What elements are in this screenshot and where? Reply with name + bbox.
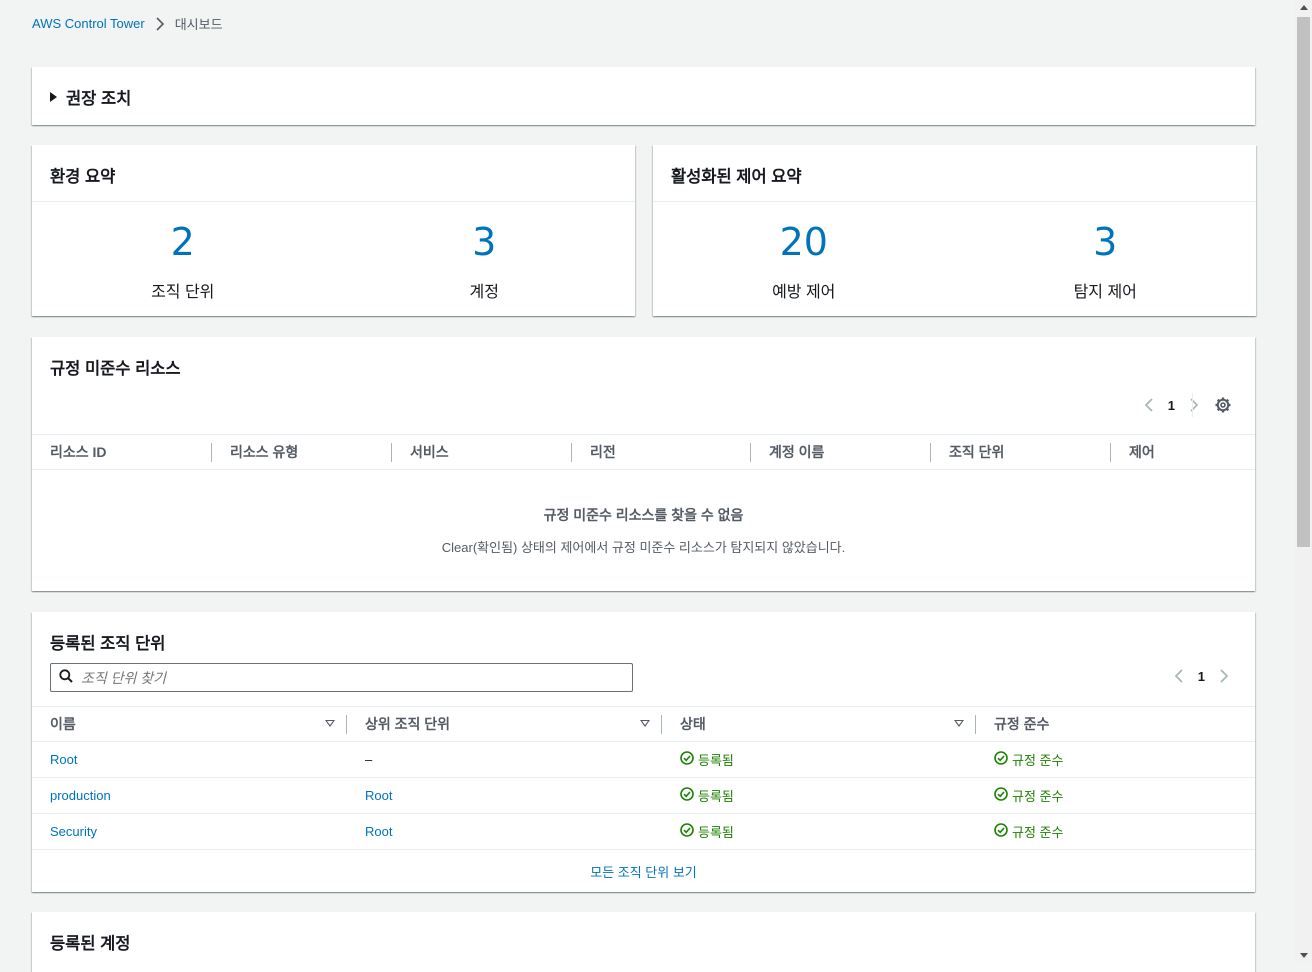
empty-state: 규정 미준수 리소스를 찾을 수 없음 Clear(확인됨) 상태의 제어에서 …	[32, 505, 1255, 556]
col-compliance[interactable]: 규정 준수	[976, 707, 1255, 741]
parent-ou-text: –	[365, 752, 373, 767]
status-text: 등록됨	[698, 789, 734, 804]
noncompliant-resources-panel: 규정 미준수 리소스 1 리소스 ID 리소스 유형 서비스 리전 계정 이름 …	[32, 337, 1255, 591]
search-icon	[59, 669, 73, 686]
col-account-name[interactable]: 계정 이름	[751, 435, 931, 469]
recommended-actions-title: 권장 조치	[66, 90, 132, 108]
registered-ou-title: 등록된 조직 단위	[50, 635, 166, 653]
ou-count-stat: 2 조직 단위	[32, 202, 334, 315]
view-all-ou-link[interactable]: 모든 조직 단위 보기	[590, 865, 697, 880]
enabled-controls-summary-title: 활성화된 제어 요약	[671, 168, 802, 186]
check-circle-icon	[680, 823, 694, 840]
environment-summary-card: 환경 요약 2 조직 단위 3 계정	[32, 145, 635, 316]
registered-ou-panel: 등록된 조직 단위 1 이름 상위 조직 단위 상태 규정 준수 Root – …	[32, 612, 1255, 892]
table-row: Root – 등록됨 규정 준수	[32, 742, 1255, 778]
account-count-value[interactable]: 3	[334, 220, 636, 264]
sort-caret-icon	[325, 720, 335, 727]
scroll-up-arrow-icon[interactable]	[1300, 5, 1308, 10]
detective-controls-label: 탐지 제어	[1073, 284, 1137, 301]
account-count-label: 계정	[469, 284, 499, 301]
ou-panel-footer: 모든 조직 단위 보기	[32, 862, 1255, 881]
ou-count-label: 조직 단위	[151, 284, 215, 301]
chevron-right-icon[interactable]	[1219, 668, 1229, 684]
breadcrumb-current: 대시보드	[174, 17, 223, 32]
gear-icon[interactable]	[1214, 396, 1232, 417]
preventive-controls-label: 예방 제어	[772, 284, 836, 301]
col-status[interactable]: 상태	[662, 707, 976, 741]
preventive-controls-value[interactable]: 20	[653, 220, 955, 264]
registered-accounts-panel: 등록된 계정	[32, 912, 1255, 972]
col-resource-type[interactable]: 리소스 유형	[212, 435, 392, 469]
empty-state-title: 규정 미준수 리소스를 찾을 수 없음	[543, 507, 744, 523]
col-service[interactable]: 서비스	[392, 435, 572, 469]
table-row: Security Root 등록됨 규정 준수	[32, 814, 1255, 850]
status-text: 등록됨	[698, 753, 734, 768]
table-row: production Root 등록됨 규정 준수	[32, 778, 1255, 814]
detective-controls-value[interactable]: 3	[955, 220, 1257, 264]
sort-caret-icon	[954, 720, 964, 727]
col-parent-ou[interactable]: 상위 조직 단위	[347, 707, 662, 741]
parent-ou-link[interactable]: Root	[365, 788, 392, 803]
page-number[interactable]: 1	[1168, 398, 1175, 413]
ou-name-link[interactable]: Root	[50, 752, 77, 767]
noncompliant-resources-title: 규정 미준수 리소스	[50, 360, 181, 378]
col-region[interactable]: 리전	[572, 435, 751, 469]
page-scrollbar[interactable]	[1295, 0, 1312, 963]
breadcrumb-root-link[interactable]: AWS Control Tower	[32, 16, 145, 31]
check-circle-icon	[994, 823, 1008, 840]
detective-controls-stat: 3 탐지 제어	[955, 202, 1257, 315]
chevron-right-icon[interactable]	[1189, 397, 1199, 413]
empty-state-description: Clear(확인됨) 상태의 제어에서 규정 미준수 리소스가 탐지되지 않았습…	[441, 540, 846, 555]
scroll-down-arrow-icon[interactable]	[1300, 953, 1308, 958]
ou-name-link[interactable]: Security	[50, 824, 97, 839]
page-number[interactable]: 1	[1198, 669, 1205, 684]
scrollbar-thumb[interactable]	[1297, 17, 1310, 547]
compliance-text: 규정 준수	[1012, 789, 1064, 804]
parent-ou-link[interactable]: Root	[365, 824, 392, 839]
compliance-text: 규정 준수	[1012, 825, 1064, 840]
account-count-stat: 3 계정	[334, 202, 636, 315]
pager-divider	[1192, 393, 1193, 417]
caret-right-icon	[50, 92, 57, 102]
environment-summary-title: 환경 요약	[50, 168, 116, 186]
col-control[interactable]: 제어	[1111, 435, 1251, 469]
preventive-controls-stat: 20 예방 제어	[653, 202, 955, 315]
check-circle-icon	[994, 751, 1008, 768]
noncompliant-table-header: 리소스 ID 리소스 유형 서비스 리전 계정 이름 조직 단위 제어	[32, 434, 1255, 470]
chevron-left-icon[interactable]	[1144, 397, 1154, 413]
chevron-right-icon	[155, 16, 165, 31]
col-ou[interactable]: 조직 단위	[931, 435, 1111, 469]
recommended-actions-panel: 권장 조치	[32, 67, 1255, 125]
compliance-text: 규정 준수	[1012, 753, 1064, 768]
registered-accounts-title: 등록된 계정	[50, 935, 131, 953]
ou-table-header: 이름 상위 조직 단위 상태 규정 준수	[32, 706, 1255, 742]
status-text: 등록됨	[698, 825, 734, 840]
check-circle-icon	[994, 787, 1008, 804]
col-name[interactable]: 이름	[32, 707, 347, 741]
check-circle-icon	[680, 787, 694, 804]
sort-caret-icon	[640, 720, 650, 727]
ou-search-field[interactable]	[50, 663, 633, 692]
ou-name-link[interactable]: production	[50, 788, 111, 803]
breadcrumb: AWS Control Tower 대시보드	[32, 14, 223, 33]
ou-pagination: 1	[1174, 668, 1229, 684]
col-resource-id[interactable]: 리소스 ID	[32, 435, 212, 469]
ou-search-input[interactable]	[81, 669, 581, 686]
enabled-controls-summary-card: 활성화된 제어 요약 20 예방 제어 3 탐지 제어	[653, 145, 1256, 316]
check-circle-icon	[680, 751, 694, 768]
noncompliant-pagination: 1	[1144, 397, 1199, 413]
chevron-left-icon[interactable]	[1174, 668, 1184, 684]
recommended-actions-toggle[interactable]: 권장 조치	[50, 85, 131, 109]
ou-count-value[interactable]: 2	[32, 220, 334, 264]
